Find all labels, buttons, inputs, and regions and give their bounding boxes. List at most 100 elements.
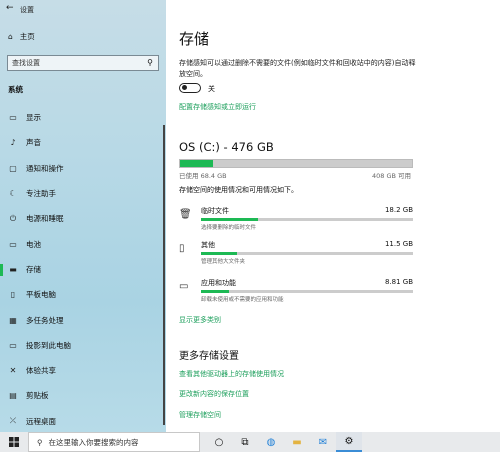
category-size: 8.81 GB	[384, 278, 413, 286]
category-subtitle: 卸载未使用或不需要的应用和功能	[201, 297, 284, 303]
category-other[interactable]: ▯ 其他 11.5 GB 管理其他大文件夹	[179, 240, 413, 272]
search-box[interactable]: ⚲	[7, 55, 159, 71]
category-name: 其他	[201, 241, 215, 249]
sidebar-item-label: 电源和睡眠	[26, 214, 64, 224]
storage-sense-description: 存储感知可以通过删除不需要的文件(例如临时文件和回收站中的内容)自动释放空间。	[179, 59, 416, 78]
project-icon: ▭	[9, 340, 17, 350]
category-bar	[201, 252, 413, 255]
sidebar-scrollbar[interactable]	[163, 125, 165, 425]
sidebar-item-storage[interactable]: ▬ 存储	[0, 257, 166, 282]
category-size: 18.2 GB	[384, 206, 413, 214]
windows-logo-icon	[9, 437, 19, 447]
remote-icon: ⤫	[9, 416, 17, 426]
storage-sense-toggle[interactable]	[179, 83, 201, 93]
start-button[interactable]	[0, 432, 28, 452]
sidebar-item-label: 投影到此电脑	[26, 340, 71, 350]
sidebar: ← 设置 ⌂ 主页 ⚲ 系统 ▭ 显示 ♪ 声音 ▢ 通知和操作 ☾ 专注助手 ⏻ 电源和…	[0, 0, 166, 432]
show-more-categories-link[interactable]: 显示更多类别	[179, 315, 221, 325]
sidebar-item-share[interactable]: ✕ 体验共享	[0, 358, 166, 383]
cortana-icon[interactable]: ○	[206, 432, 232, 452]
sidebar-home-label: 主页	[19, 32, 35, 41]
sidebar-item-notifications[interactable]: ▢ 通知和操作	[0, 156, 166, 181]
more-settings-title: 更多存储设置	[179, 351, 239, 362]
home-icon: ⌂	[8, 32, 13, 41]
share-icon: ✕	[9, 366, 17, 376]
moon-icon: ☾	[9, 189, 17, 199]
sidebar-item-multitask[interactable]: ▦ 多任务处理	[0, 307, 166, 332]
drive-used-label: 已使用 68.4 GB	[179, 172, 227, 180]
sidebar-item-battery[interactable]: ▭ 电池	[0, 231, 166, 256]
sidebar-item-clipboard[interactable]: ▤ 剪贴板	[0, 383, 166, 408]
other-drives-link[interactable]: 查看其他驱动器上的存储使用情况	[179, 369, 284, 379]
clipboard-icon: ▤	[9, 391, 17, 401]
search-icon: ⚲	[147, 58, 153, 67]
sidebar-item-label: 电池	[26, 239, 41, 249]
sidebar-item-label: 通知和操作	[26, 163, 64, 173]
notification-icon: ▢	[9, 163, 17, 173]
window-title: 设置	[20, 6, 34, 14]
category-subtitle: 选择要删除的临时文件	[201, 225, 257, 231]
sidebar-item-label: 多任务处理	[26, 315, 64, 325]
taskbar-search-placeholder: 在这里输入你要搜索的内容	[48, 437, 139, 447]
drive-title: OS (C:) - 476 GB	[179, 140, 274, 154]
page-title: 存储	[179, 30, 210, 48]
category-size: 11.5 GB	[384, 240, 413, 248]
category-temp-files[interactable]: 🗑 临时文件 18.2 GB 选择要删除的临时文件	[179, 206, 413, 238]
main-content: 存储 存储感知可以通过删除不需要的文件(例如临时文件和回收站中的内容)自动释放空…	[166, 0, 500, 432]
sidebar-item-label: 剪贴板	[26, 391, 49, 401]
search-input[interactable]	[8, 56, 138, 70]
sidebar-nav: ▭ 显示 ♪ 声音 ▢ 通知和操作 ☾ 专注助手 ⏻ 电源和睡眠 ▭ 电池 ▬ 存储 ▯ 平板电…	[0, 105, 166, 434]
battery-icon: ▭	[9, 239, 17, 249]
category-subtitle: 管理其他大文件夹	[201, 259, 246, 265]
category-bar	[201, 218, 413, 221]
category-name: 应用和功能	[201, 279, 236, 287]
back-arrow-icon[interactable]: ←	[6, 3, 14, 13]
sidebar-item-label: 声音	[26, 138, 41, 148]
category-bar-fill	[201, 252, 238, 255]
sidebar-item-label: 存储	[26, 264, 41, 274]
sidebar-item-sound[interactable]: ♪ 声音	[0, 130, 166, 155]
drive-usage-fill	[180, 160, 214, 167]
sidebar-item-power[interactable]: ⏻ 电源和睡眠	[0, 206, 166, 231]
manage-storage-spaces-link[interactable]: 管理存储空间	[179, 410, 221, 420]
settings-gear-icon[interactable]: ⚙	[336, 432, 362, 452]
toggle-state-label: 关	[208, 85, 215, 93]
power-icon: ⏻	[9, 213, 17, 223]
mail-icon[interactable]: ✉	[310, 432, 336, 452]
configure-storage-sense-link[interactable]: 配置存储感知或立即运行	[179, 102, 256, 112]
edge-icon[interactable]: ◍	[258, 432, 284, 452]
category-name: 临时文件	[201, 207, 229, 215]
sidebar-item-display[interactable]: ▭ 显示	[0, 105, 166, 130]
sidebar-item-label: 远程桌面	[26, 416, 56, 426]
sidebar-item-label: 平板电脑	[26, 290, 56, 300]
search-icon: ⚲	[37, 437, 43, 447]
multitask-icon: ▦	[9, 315, 17, 325]
sidebar-item-remote[interactable]: ⤫ 远程桌面	[0, 409, 166, 434]
category-bar-fill	[201, 290, 229, 293]
drive-free-label: 408 GB 可用	[372, 172, 412, 180]
file-explorer-icon[interactable]: ▬	[284, 432, 310, 452]
category-apps[interactable]: ▭ 应用和功能 8.81 GB 卸载未使用或不需要的应用和功能	[179, 278, 413, 310]
category-bar	[201, 290, 413, 293]
taskbar-search[interactable]: ⚲ 在这里输入你要搜索的内容	[28, 432, 200, 452]
sidebar-item-label: 体验共享	[26, 366, 56, 376]
taskbar: ⚲ 在这里输入你要搜索的内容 ○ ⧉ ◍ ▬ ✉ ⚙	[0, 432, 500, 452]
sidebar-item-project[interactable]: ▭ 投影到此电脑	[0, 333, 166, 358]
usage-description: 存储空间的使用情况和可用情况如下。	[179, 186, 298, 194]
file-icon: ▯	[179, 243, 185, 254]
category-bar-fill	[201, 218, 259, 221]
sidebar-home[interactable]: ⌂ 主页	[8, 31, 35, 42]
sidebar-section-title: 系统	[8, 85, 23, 94]
sidebar-item-label: 专注助手	[26, 189, 56, 199]
speaker-icon: ♪	[10, 138, 16, 148]
change-save-location-link[interactable]: 更改新内容的保存位置	[179, 389, 249, 399]
sidebar-item-tablet[interactable]: ▯ 平板电脑	[0, 282, 166, 307]
drive-usage-bar	[179, 159, 413, 168]
tablet-icon: ▯	[10, 290, 16, 300]
sidebar-item-label: 显示	[26, 113, 41, 123]
apps-icon: ▭	[179, 281, 189, 292]
trash-icon: 🗑	[179, 209, 192, 220]
monitor-icon: ▭	[9, 113, 17, 123]
sidebar-item-focus[interactable]: ☾ 专注助手	[0, 181, 166, 206]
task-view-icon[interactable]: ⧉	[232, 432, 258, 452]
